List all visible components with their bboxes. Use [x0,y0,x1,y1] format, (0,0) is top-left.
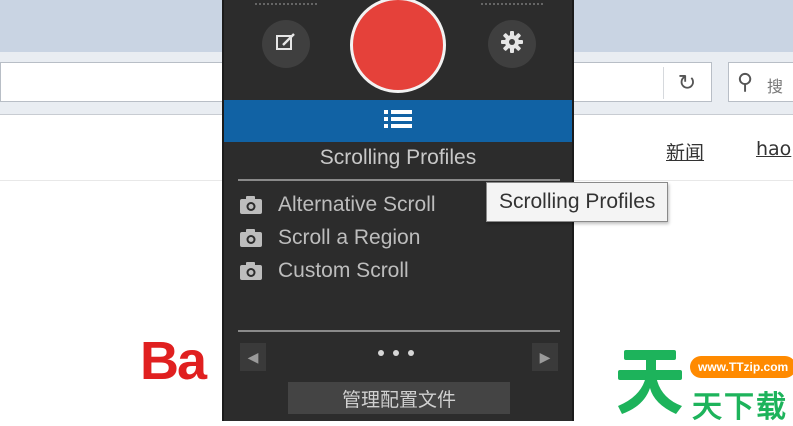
profile-label: Scroll a Region [278,226,421,249]
divider [238,179,560,181]
site-logo: Ba [140,331,207,391]
page-dot[interactable] [408,350,414,356]
refresh-button[interactable]: ↻ [663,67,710,99]
record-button[interactable] [350,0,446,93]
camera-icon [236,195,266,215]
gear-icon [499,29,525,60]
refresh-icon: ↻ [677,70,697,95]
camera-icon [236,261,266,281]
profile-item-alternative-scroll[interactable]: Alternative Scroll [236,190,436,220]
watermark-text: 天下载 [692,390,788,425]
arrow-left-icon: ◀ [247,348,259,365]
arrow-right-icon: ▶ [539,348,551,365]
page-dot[interactable] [393,350,399,356]
page-dot[interactable] [378,350,384,356]
nav-link-hao[interactable]: hao [756,138,791,160]
profiles-toggle-bar[interactable] [224,100,572,142]
drag-grip-left[interactable] [254,2,318,6]
search-placeholder: 搜 [767,77,784,96]
profile-label: Custom Scroll [278,259,409,282]
edit-capture-button[interactable] [262,20,310,68]
profile-label: Alternative Scroll [278,193,436,216]
divider [238,330,560,332]
list-icon [382,108,414,135]
next-page-button[interactable]: ▶ [532,343,558,371]
search-input[interactable]: ⚲ 搜 [728,62,793,102]
previous-page-button[interactable]: ◀ [240,343,266,371]
drag-grip-right[interactable] [480,2,544,6]
edit-capture-icon [274,30,298,59]
search-icon: ⚲ [737,69,754,94]
nav-link-news[interactable]: 新闻 [666,138,704,165]
camera-icon [236,228,266,248]
profile-item-custom-scroll[interactable]: Custom Scroll [236,256,409,286]
section-title: Scrolling Profiles [319,146,477,169]
watermark-url: www.TTzip.com [690,356,793,378]
watermark-logo [616,344,686,416]
manage-profiles-button[interactable]: 管理配置文件 [288,382,510,414]
settings-button[interactable] [488,20,536,68]
page-indicator [378,350,414,356]
profile-item-scroll-a-region[interactable]: Scroll a Region [236,223,420,253]
tooltip: Scrolling Profiles [486,182,669,222]
